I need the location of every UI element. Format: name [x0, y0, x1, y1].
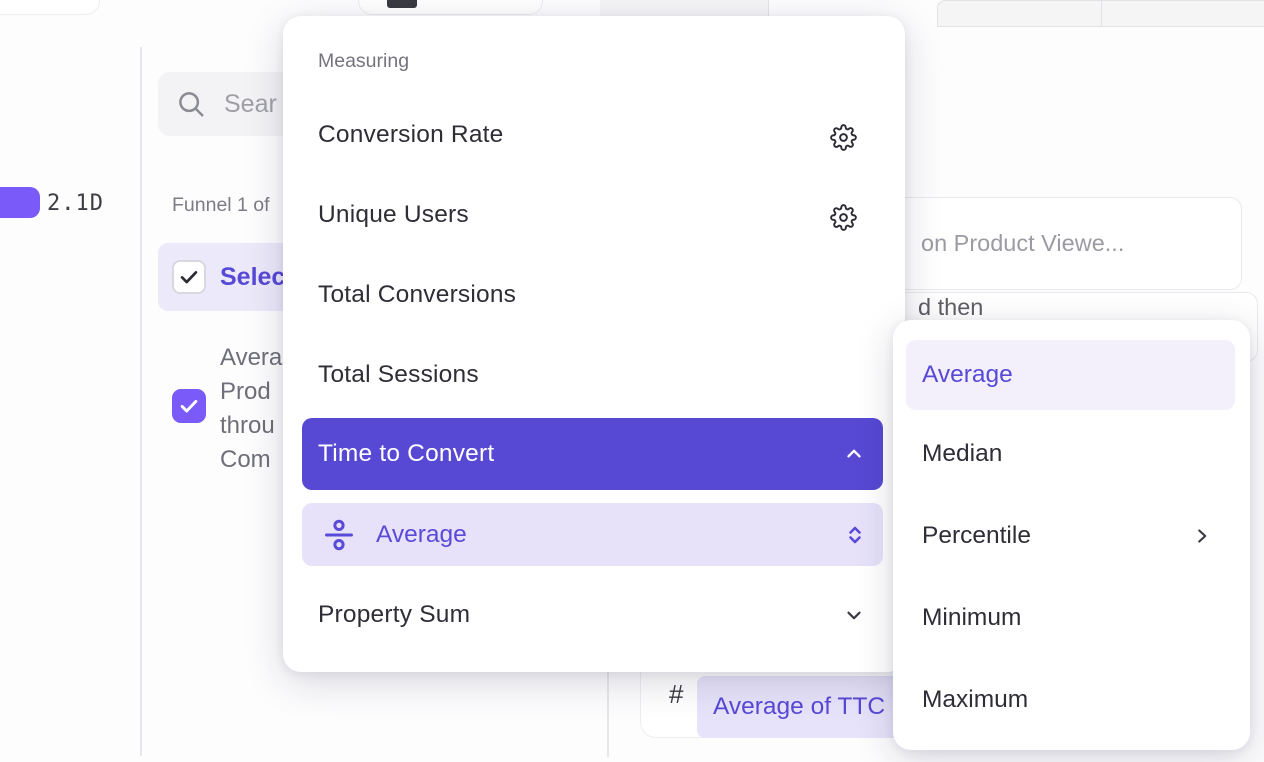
chevron-right-icon [1191, 525, 1213, 547]
metric-selector-pill[interactable]: Average of TTC [697, 676, 907, 738]
step-description: Avera Prod throu Com [220, 341, 282, 477]
menu-header: Measuring [318, 50, 409, 73]
submenu-item-median[interactable]: Median [922, 438, 1002, 470]
select-all-label: Selec [220, 263, 285, 292]
column-divider [140, 47, 142, 756]
checkbox-checked[interactable] [172, 260, 206, 294]
settings-button[interactable] [829, 123, 857, 151]
event-step-card[interactable]: on Product Viewe... [880, 197, 1242, 290]
submenu-item-maximum[interactable]: Maximum [922, 684, 1028, 716]
chevron-up-down-icon [843, 523, 867, 547]
aggregation-selector-row[interactable]: Average [302, 503, 883, 566]
menu-item-conversion-rate[interactable]: Conversion Rate [318, 119, 503, 151]
metric-selector-label: Average of TTC [713, 693, 885, 721]
aggregation-selector-label: Average [376, 521, 467, 549]
background-card-top-left [0, 0, 100, 15]
and-then-label: d then [918, 294, 983, 321]
menu-item-property-sum[interactable]: Property Sum [318, 599, 470, 631]
submenu-item-average-selected[interactable]: Average [906, 340, 1235, 410]
gear-icon [830, 124, 857, 151]
menu-item-total-conversions[interactable]: Total Conversions [318, 279, 516, 311]
check-icon [178, 266, 200, 288]
numeric-type-prefix: # [669, 676, 683, 712]
metric-value-badge: 2.1D [47, 191, 104, 216]
menu-item-time-to-convert-selected[interactable]: Time to Convert [302, 418, 883, 490]
chevron-up-icon [843, 443, 865, 465]
table-header-cell [1101, 0, 1264, 27]
step-checkbox-checked[interactable] [172, 389, 206, 423]
toolbar-icon-fragment [387, 0, 417, 8]
background-card-top-center [358, 0, 543, 15]
measuring-menu: Measuring Conversion Rate Unique Users T… [283, 16, 905, 672]
submenu-item-percentile[interactable]: Percentile [922, 520, 1031, 552]
event-step-label: on Product Viewe... [921, 230, 1124, 257]
menu-item-unique-users[interactable]: Unique Users [318, 199, 469, 231]
search-icon [176, 89, 206, 119]
table-header-cell [937, 0, 1102, 27]
gear-icon [830, 204, 857, 231]
average-divide-icon [322, 518, 356, 552]
submenu-item-minimum[interactable]: Minimum [922, 602, 1021, 634]
menu-item-total-sessions[interactable]: Total Sessions [318, 359, 479, 391]
metric-color-swatch [0, 187, 40, 218]
chevron-down-icon [843, 604, 865, 626]
aggregation-menu: Average Median Percentile Minimum Maximu… [893, 320, 1250, 750]
check-icon [178, 395, 200, 417]
search-placeholder: Sear [224, 90, 277, 119]
settings-button[interactable] [829, 203, 857, 231]
funnel-counter-label: Funnel 1 of [172, 194, 270, 217]
